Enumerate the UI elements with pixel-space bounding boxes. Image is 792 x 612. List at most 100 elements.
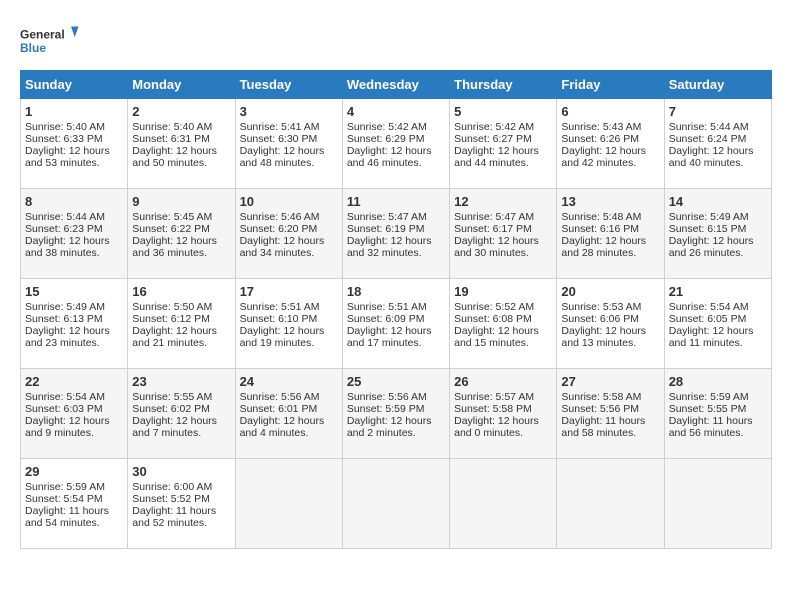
sunset: Sunset: 6:16 PM [561,223,639,235]
day-number: 7 [669,104,767,119]
calendar-cell: 26 Sunrise: 5:57 AM Sunset: 5:58 PM Dayl… [450,369,557,459]
daylight-minutes: and 0 minutes. [454,427,523,439]
sunrise: Sunrise: 5:54 AM [669,301,749,313]
weekday-header-saturday: Saturday [664,71,771,99]
logo-svg: General Blue [20,20,80,60]
daylight-label: Daylight: 12 hours [347,325,432,337]
sunrise: Sunrise: 5:47 AM [347,211,427,223]
sunset: Sunset: 6:22 PM [132,223,210,235]
calendar-cell: 14 Sunrise: 5:49 AM Sunset: 6:15 PM Dayl… [664,189,771,279]
day-number: 27 [561,374,659,389]
calendar-cell [557,459,664,549]
weekday-header-row: SundayMondayTuesdayWednesdayThursdayFrid… [21,71,772,99]
daylight-label: Daylight: 12 hours [454,415,539,427]
sunrise: Sunrise: 5:44 AM [25,211,105,223]
daylight-label: Daylight: 12 hours [25,235,110,247]
daylight-minutes: and 53 minutes. [25,157,100,169]
daylight-label: Daylight: 12 hours [25,145,110,157]
day-number: 25 [347,374,445,389]
daylight-minutes: and 36 minutes. [132,247,207,259]
daylight-minutes: and 11 minutes. [669,337,743,349]
sunset: Sunset: 6:26 PM [561,133,639,145]
day-number: 8 [25,194,123,209]
calendar-cell: 4 Sunrise: 5:42 AM Sunset: 6:29 PM Dayli… [342,99,449,189]
sunrise: Sunrise: 5:42 AM [454,121,534,133]
day-number: 28 [669,374,767,389]
sunset: Sunset: 6:19 PM [347,223,425,235]
calendar-cell: 13 Sunrise: 5:48 AM Sunset: 6:16 PM Dayl… [557,189,664,279]
sunset: Sunset: 5:52 PM [132,493,210,505]
sunrise: Sunrise: 5:49 AM [25,301,105,313]
week-row-5: 29 Sunrise: 5:59 AM Sunset: 5:54 PM Dayl… [21,459,772,549]
day-number: 6 [561,104,659,119]
sunrise: Sunrise: 5:40 AM [132,121,212,133]
daylight-label: Daylight: 12 hours [347,235,432,247]
daylight-label: Daylight: 12 hours [347,145,432,157]
sunrise: Sunrise: 5:41 AM [240,121,320,133]
daylight-label: Daylight: 12 hours [347,415,432,427]
daylight-minutes: and 32 minutes. [347,247,422,259]
calendar-cell: 3 Sunrise: 5:41 AM Sunset: 6:30 PM Dayli… [235,99,342,189]
sunrise: Sunrise: 5:54 AM [25,391,105,403]
sunset: Sunset: 6:24 PM [669,133,747,145]
sunset: Sunset: 6:02 PM [132,403,210,415]
calendar-body: 1 Sunrise: 5:40 AM Sunset: 6:33 PM Dayli… [21,99,772,549]
weekday-header-wednesday: Wednesday [342,71,449,99]
weekday-header-monday: Monday [128,71,235,99]
daylight-minutes: and 17 minutes. [347,337,422,349]
calendar-cell [342,459,449,549]
daylight-minutes: and 40 minutes. [669,157,744,169]
sunset: Sunset: 6:01 PM [240,403,318,415]
sunrise: Sunrise: 5:58 AM [561,391,641,403]
day-number: 30 [132,464,230,479]
sunrise: Sunrise: 5:53 AM [561,301,641,313]
calendar-cell: 19 Sunrise: 5:52 AM Sunset: 6:08 PM Dayl… [450,279,557,369]
daylight-minutes: and 52 minutes. [132,517,207,529]
sunrise: Sunrise: 5:56 AM [347,391,427,403]
sunset: Sunset: 6:09 PM [347,313,425,325]
daylight-label: Daylight: 12 hours [454,145,539,157]
calendar-cell: 30 Sunrise: 6:00 AM Sunset: 5:52 PM Dayl… [128,459,235,549]
sunset: Sunset: 6:30 PM [240,133,318,145]
day-number: 19 [454,284,552,299]
daylight-label: Daylight: 12 hours [132,235,217,247]
daylight-label: Daylight: 12 hours [132,415,217,427]
sunrise: Sunrise: 5:47 AM [454,211,534,223]
daylight-minutes: and 7 minutes. [132,427,201,439]
day-number: 10 [240,194,338,209]
sunrise: Sunrise: 5:57 AM [454,391,534,403]
daylight-label: Daylight: 11 hours [132,505,216,517]
sunset: Sunset: 6:03 PM [25,403,103,415]
daylight-minutes: and 48 minutes. [240,157,315,169]
weekday-header-sunday: Sunday [21,71,128,99]
day-number: 26 [454,374,552,389]
sunset: Sunset: 6:29 PM [347,133,425,145]
svg-text:General: General [20,28,65,42]
day-number: 22 [25,374,123,389]
calendar-cell: 23 Sunrise: 5:55 AM Sunset: 6:02 PM Dayl… [128,369,235,459]
calendar-cell: 7 Sunrise: 5:44 AM Sunset: 6:24 PM Dayli… [664,99,771,189]
sunset: Sunset: 6:27 PM [454,133,532,145]
calendar-cell: 6 Sunrise: 5:43 AM Sunset: 6:26 PM Dayli… [557,99,664,189]
daylight-label: Daylight: 12 hours [669,145,754,157]
calendar-cell: 27 Sunrise: 5:58 AM Sunset: 5:56 PM Dayl… [557,369,664,459]
daylight-minutes: and 19 minutes. [240,337,315,349]
sunrise: Sunrise: 5:56 AM [240,391,320,403]
daylight-minutes: and 46 minutes. [347,157,422,169]
daylight-minutes: and 23 minutes. [25,337,100,349]
daylight-label: Daylight: 12 hours [561,235,646,247]
calendar-cell: 28 Sunrise: 5:59 AM Sunset: 5:55 PM Dayl… [664,369,771,459]
daylight-label: Daylight: 12 hours [240,415,325,427]
svg-text:Blue: Blue [20,41,46,55]
calendar-cell: 12 Sunrise: 5:47 AM Sunset: 6:17 PM Dayl… [450,189,557,279]
page-header: General Blue [20,20,772,60]
sunset: Sunset: 6:13 PM [25,313,103,325]
sunset: Sunset: 6:15 PM [669,223,747,235]
day-number: 13 [561,194,659,209]
sunrise: Sunrise: 5:55 AM [132,391,212,403]
calendar-cell: 8 Sunrise: 5:44 AM Sunset: 6:23 PM Dayli… [21,189,128,279]
day-number: 5 [454,104,552,119]
daylight-minutes: and 34 minutes. [240,247,315,259]
daylight-minutes: and 30 minutes. [454,247,529,259]
daylight-label: Daylight: 12 hours [25,415,110,427]
